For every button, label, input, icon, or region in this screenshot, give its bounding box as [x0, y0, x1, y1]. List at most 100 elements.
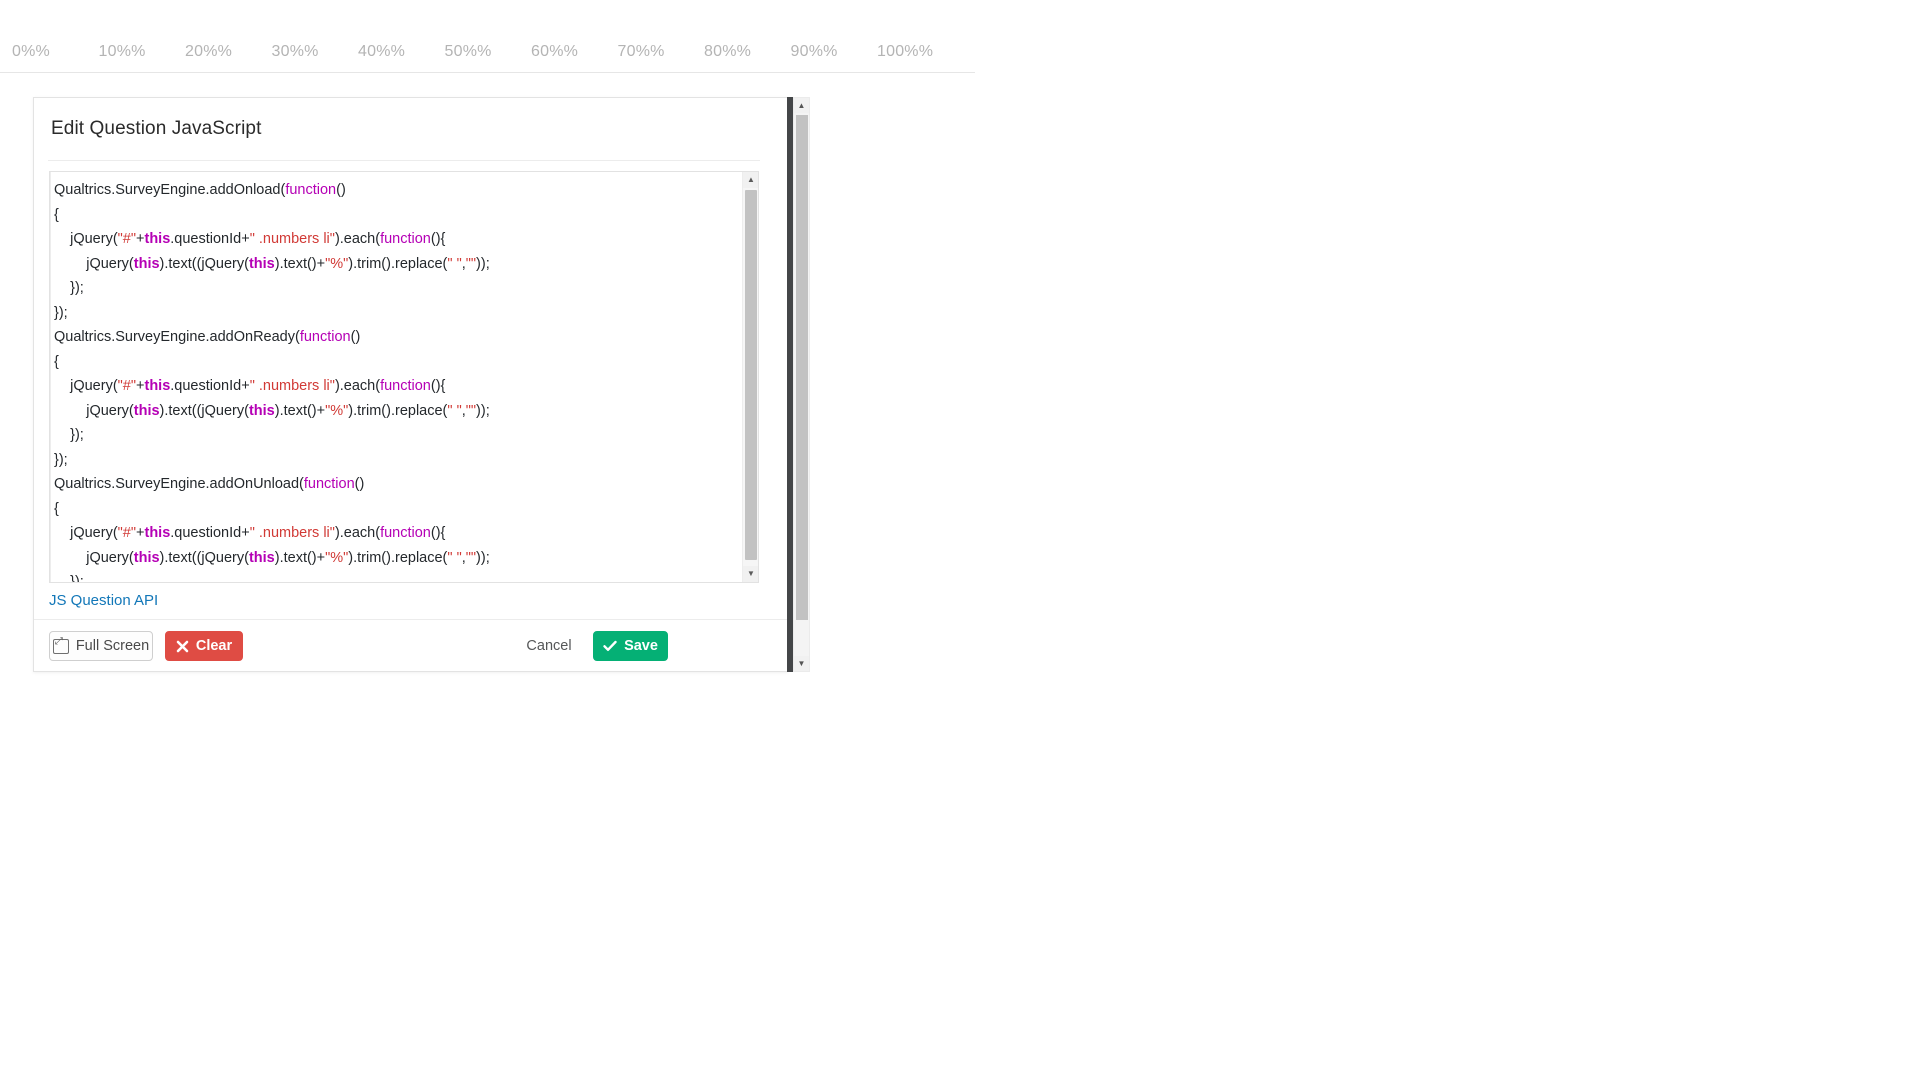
- code-token: jQuery(: [54, 231, 118, 247]
- code-token: this: [144, 378, 171, 394]
- code-token: (){: [430, 525, 446, 541]
- code-token: ));: [476, 402, 490, 419]
- code-token: "#": [117, 231, 137, 247]
- page-vertical-scrollbar[interactable]: ▲ ▼: [793, 97, 810, 672]
- close-x-icon: [176, 640, 189, 653]
- percent-tick-3: 30%%: [271, 43, 319, 60]
- code-line: });: [54, 448, 736, 473]
- code-line: jQuery(this).text((jQuery(this).text()+"…: [54, 546, 736, 571]
- code-token: (): [336, 182, 346, 198]
- code-line: jQuery(this).text((jQuery(this).text()+"…: [54, 252, 736, 277]
- code-token: this: [144, 525, 171, 541]
- code-token: this: [248, 255, 275, 272]
- code-line: Qualtrics.SurveyEngine.addOnReady(functi…: [54, 325, 736, 350]
- js-question-api-link[interactable]: JS Question API: [49, 592, 158, 609]
- code-token: (){: [430, 378, 446, 394]
- code-line: });: [54, 570, 736, 583]
- code-line: });: [54, 423, 736, 448]
- code-token: function: [380, 378, 431, 394]
- code-token: "": [465, 255, 477, 272]
- code-token: " .numbers li": [249, 378, 335, 394]
- percent-tick-2: 20%%: [185, 43, 233, 60]
- page-scroll-thumb[interactable]: [796, 115, 808, 620]
- code-token: .questionId+: [170, 525, 250, 541]
- percent-tick-10: 100%%: [877, 43, 934, 60]
- code-token: ).text((jQuery(: [159, 255, 249, 272]
- editor-vertical-scrollbar[interactable]: ▲ ▼: [742, 172, 758, 582]
- code-token: this: [248, 402, 275, 419]
- code-token: ));: [476, 549, 490, 566]
- code-token: });: [54, 451, 68, 468]
- editor-scroll-down-arrow[interactable]: ▼: [743, 566, 758, 582]
- code-token: this: [133, 549, 160, 566]
- percent-tick-4: 40%%: [358, 43, 406, 60]
- percent-tick-8: 80%%: [704, 43, 752, 60]
- code-line: });: [54, 276, 736, 301]
- percent-tick-0: 0%%: [12, 43, 50, 60]
- javascript-code-editor[interactable]: Qualtrics.SurveyEngine.addOnload(functio…: [49, 171, 759, 583]
- code-line: Qualtrics.SurveyEngine.addOnload(functio…: [54, 178, 736, 203]
- code-line: jQuery("#"+this.questionId+" .numbers li…: [54, 227, 736, 252]
- clear-button[interactable]: Clear: [165, 631, 243, 661]
- code-token: ).each(: [334, 525, 381, 541]
- code-token: "%": [325, 549, 349, 566]
- cancel-button-label: Cancel: [526, 638, 572, 654]
- code-token: function: [285, 182, 337, 198]
- cancel-button[interactable]: Cancel: [517, 631, 581, 661]
- code-token: "%": [325, 255, 349, 272]
- code-token: " ": [447, 255, 462, 272]
- editor-scroll-thumb[interactable]: [745, 190, 757, 560]
- code-token: "": [465, 402, 477, 419]
- code-token: "#": [117, 378, 137, 394]
- dialog-footer: Full Screen Clear Cancel Save: [34, 620, 787, 672]
- code-token: ).text((jQuery(: [159, 549, 249, 566]
- code-token: function: [299, 329, 351, 345]
- code-token: Qualtrics.SurveyEngine.addOnReady(: [54, 329, 300, 345]
- code-token: ).trim().replace(: [348, 549, 448, 566]
- code-token: this: [144, 231, 171, 247]
- code-token: {: [54, 206, 59, 223]
- code-token: });: [54, 304, 68, 321]
- code-token: ).text((jQuery(: [159, 402, 249, 419]
- code-token: });: [54, 574, 84, 583]
- code-token: (): [350, 329, 361, 345]
- percent-tick-7: 70%%: [617, 43, 665, 60]
- dialog-title-divider: [48, 160, 760, 161]
- page-scroll-up-arrow[interactable]: ▲: [794, 98, 809, 113]
- checkmark-icon: [603, 640, 617, 652]
- code-line: {: [54, 497, 736, 522]
- code-line: jQuery("#"+this.questionId+" .numbers li…: [54, 374, 736, 399]
- expand-icon: [52, 636, 69, 654]
- save-button[interactable]: Save: [593, 631, 668, 661]
- code-token: jQuery(: [54, 255, 134, 272]
- clear-button-label: Clear: [195, 638, 233, 654]
- percent-tick-6: 60%%: [531, 43, 579, 60]
- page-scroll-down-arrow[interactable]: ▼: [794, 656, 809, 671]
- full-screen-button-label: Full Screen: [75, 638, 150, 654]
- percent-tick-5: 50%%: [444, 43, 492, 60]
- code-token: " ": [447, 549, 462, 566]
- full-screen-button[interactable]: Full Screen: [49, 631, 153, 661]
- code-token: {: [54, 353, 59, 370]
- code-line: {: [54, 203, 736, 228]
- code-token: " .numbers li": [249, 525, 335, 541]
- code-line: jQuery(this).text((jQuery(this).text()+"…: [54, 399, 736, 424]
- code-content[interactable]: Qualtrics.SurveyEngine.addOnload(functio…: [54, 178, 736, 583]
- code-token: ).text()+: [274, 549, 326, 566]
- percent-scale-strip: 0%% 10%% 20%% 30%% 40%% 50%% 60%% 70%% 80%% 90%% 1…: [0, 0, 975, 73]
- code-token: this: [133, 402, 160, 419]
- code-token: .questionId+: [170, 378, 250, 394]
- code-token: ).trim().replace(: [348, 402, 448, 419]
- percent-tick-1: 10%%: [98, 43, 146, 60]
- code-token: function: [380, 231, 431, 247]
- code-token: this: [133, 255, 160, 272]
- code-token: });: [54, 427, 84, 443]
- code-token: jQuery(: [54, 402, 134, 419]
- code-token: jQuery(: [54, 378, 118, 394]
- code-line: jQuery("#"+this.questionId+" .numbers li…: [54, 521, 736, 546]
- code-line: {: [54, 350, 736, 375]
- code-line: });: [54, 301, 736, 326]
- code-token: (){: [430, 231, 446, 247]
- code-token: (): [354, 476, 365, 492]
- editor-scroll-up-arrow[interactable]: ▲: [743, 172, 758, 188]
